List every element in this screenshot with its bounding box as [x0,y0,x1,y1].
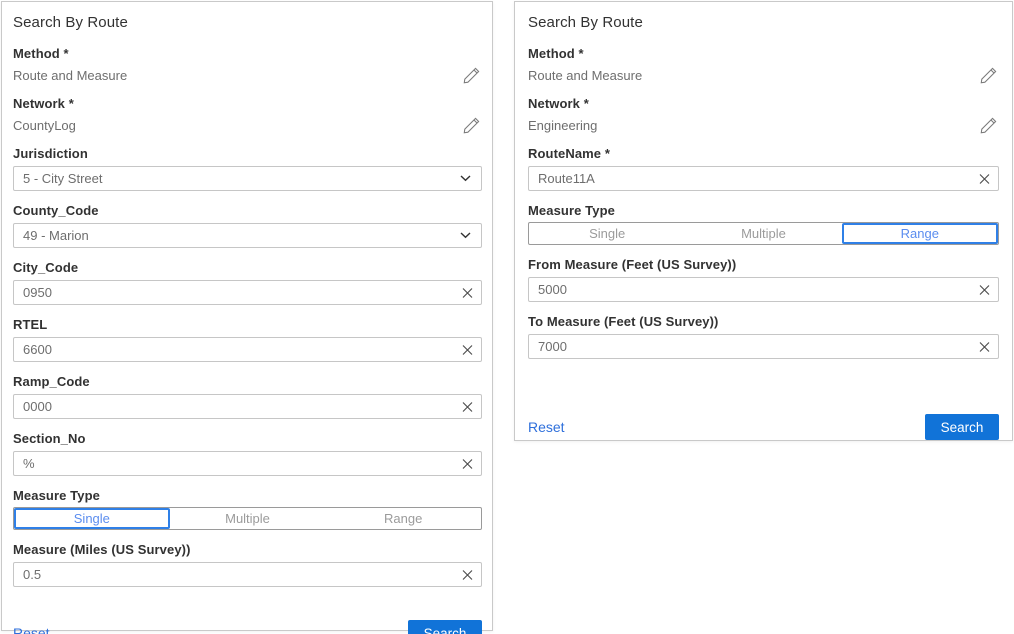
reset-link[interactable]: Reset [13,625,50,634]
from-measure-clear-button[interactable] [979,284,990,295]
segment-range[interactable]: Range [842,223,998,244]
x-icon [979,173,990,184]
to-measure-field-wrap [528,334,999,359]
route-name-label: RouteName * [528,146,999,161]
x-icon [462,569,473,580]
network-edit-button[interactable] [463,117,482,134]
county-code-selected-value: 49 - Marion [23,228,89,243]
city-code-clear-button[interactable] [462,287,473,298]
route-name-field-wrap [528,166,999,191]
from-measure-label: From Measure (Feet (US Survey)) [528,257,999,272]
reset-link[interactable]: Reset [528,419,565,435]
ramp-code-input[interactable] [13,394,482,419]
method-edit-button[interactable] [463,67,482,84]
pencil-icon [463,67,480,84]
to-measure-label: To Measure (Feet (US Survey)) [528,314,999,329]
network-value-row: Engineering [528,116,999,134]
city-code-field-wrap [13,280,482,305]
section-no-clear-button[interactable] [462,458,473,469]
city-code-label: City_Code [13,260,482,275]
x-icon [462,458,473,469]
method-value-row: Route and Measure [528,66,999,84]
network-label: Network * [528,96,999,111]
from-measure-field-wrap [528,277,999,302]
method-value-row: Route and Measure [13,66,482,84]
county-code-label: County_Code [13,203,482,218]
pencil-icon [980,117,997,134]
rtel-clear-button[interactable] [462,344,473,355]
network-value: Engineering [528,118,597,133]
network-label: Network * [13,96,482,111]
search-by-route-panel-left: Search By Route Method * Route and Measu… [1,1,493,631]
measure-input[interactable] [13,562,482,587]
route-name-clear-button[interactable] [979,173,990,184]
segment-multiple[interactable]: Multiple [170,508,326,529]
city-code-input[interactable] [13,280,482,305]
pencil-icon [463,117,480,134]
jurisdiction-label: Jurisdiction [13,146,482,161]
segment-multiple[interactable]: Multiple [685,223,841,244]
x-icon [979,341,990,352]
jurisdiction-selected-value: 5 - City Street [23,171,102,186]
pencil-icon [980,67,997,84]
measure-field-wrap [13,562,482,587]
page-title: Search By Route [528,14,999,31]
ramp-code-field-wrap [13,394,482,419]
measure-clear-button[interactable] [462,569,473,580]
measure-type-label: Measure Type [528,203,999,218]
method-value: Route and Measure [13,68,127,83]
segment-single[interactable]: Single [14,508,170,529]
search-button[interactable]: Search [925,414,999,440]
measure-type-segmented-control: Single Multiple Range [528,222,999,245]
method-label: Method * [13,46,482,61]
to-measure-input[interactable] [528,334,999,359]
county-code-select[interactable]: 49 - Marion [13,223,482,248]
rtel-field-wrap [13,337,482,362]
route-name-input[interactable] [528,166,999,191]
jurisdiction-select[interactable]: 5 - City Street [13,166,482,191]
section-no-label: Section_No [13,431,482,446]
segment-single[interactable]: Single [529,223,685,244]
rtel-input[interactable] [13,337,482,362]
network-value-row: CountyLog [13,116,482,134]
measure-type-segmented-control: Single Multiple Range [13,507,482,530]
x-icon [462,401,473,412]
method-label: Method * [528,46,999,61]
measure-type-label: Measure Type [13,488,482,503]
chevron-down-icon [460,232,471,239]
x-icon [462,344,473,355]
rtel-label: RTEL [13,317,482,332]
footer: Reset Search [13,620,482,634]
ramp-code-clear-button[interactable] [462,401,473,412]
x-icon [979,284,990,295]
chevron-down-icon [460,175,471,182]
method-value: Route and Measure [528,68,642,83]
search-by-route-panel-right: Search By Route Method * Route and Measu… [514,1,1013,441]
x-icon [462,287,473,298]
footer: Reset Search [528,414,999,440]
network-value: CountyLog [13,118,76,133]
segment-range[interactable]: Range [325,508,481,529]
section-no-input[interactable] [13,451,482,476]
from-measure-input[interactable] [528,277,999,302]
section-no-field-wrap [13,451,482,476]
method-edit-button[interactable] [980,67,999,84]
page-title: Search By Route [13,14,482,31]
search-button[interactable]: Search [408,620,482,634]
to-measure-clear-button[interactable] [979,341,990,352]
measure-label: Measure (Miles (US Survey)) [13,542,482,557]
network-edit-button[interactable] [980,117,999,134]
ramp-code-label: Ramp_Code [13,374,482,389]
